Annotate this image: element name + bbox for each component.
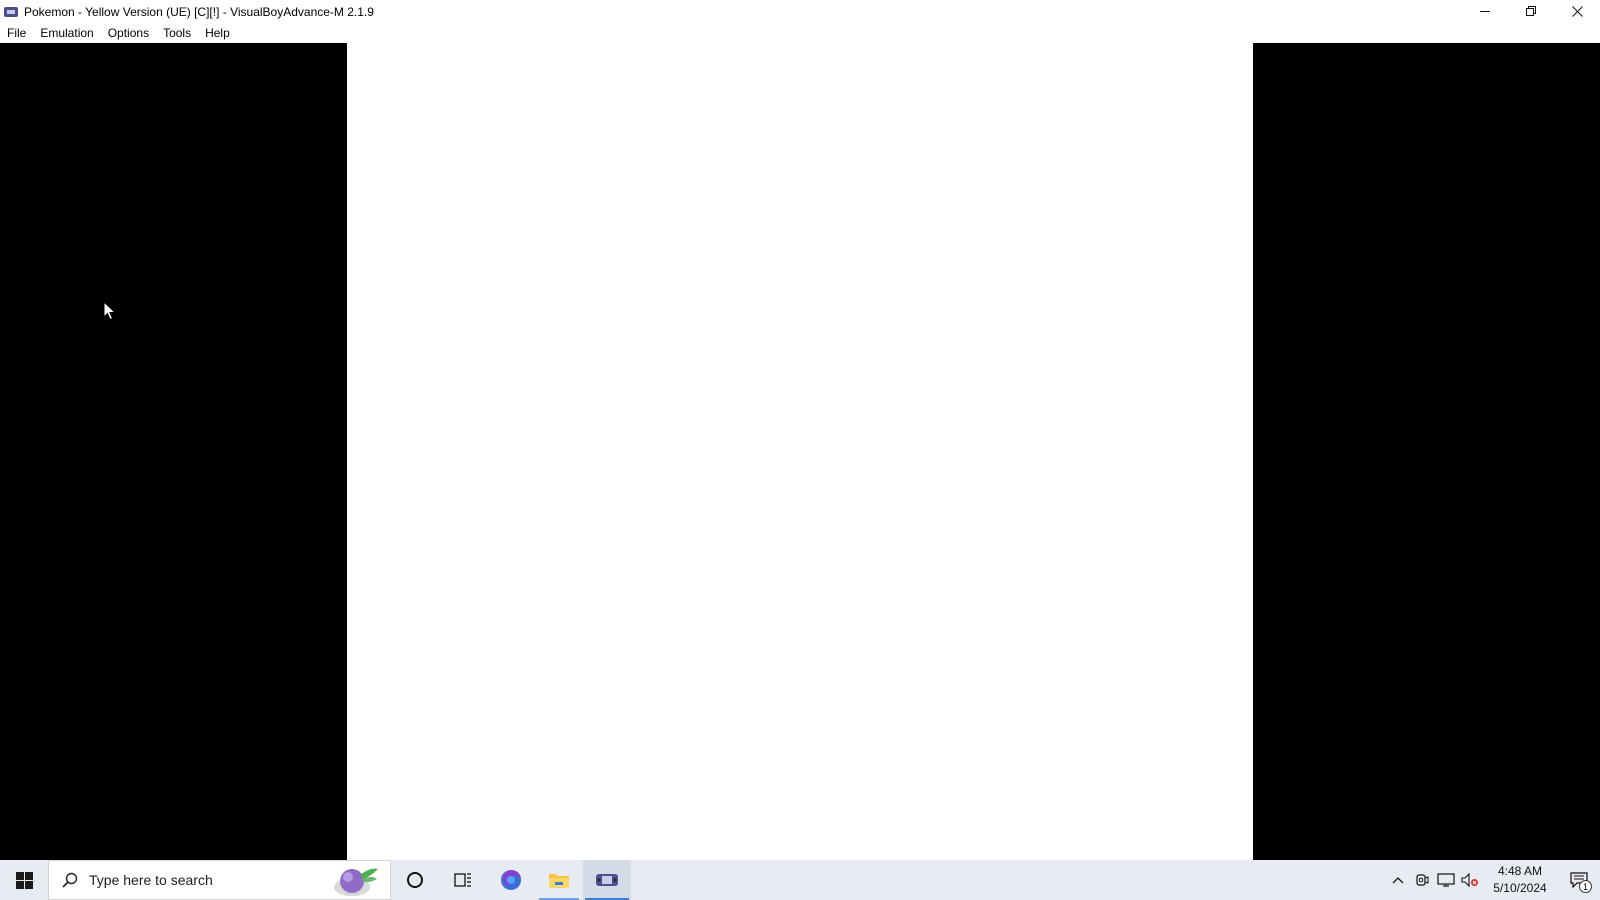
camera-icon bbox=[1416, 874, 1429, 886]
volume-button[interactable] bbox=[1458, 860, 1482, 900]
file-explorer-icon bbox=[549, 874, 569, 888]
menu-bar: File Emulation Options Tools Help bbox=[0, 23, 1600, 43]
window-controls bbox=[1462, 0, 1600, 23]
volume-muted-icon bbox=[1461, 873, 1478, 887]
network-button[interactable] bbox=[1434, 860, 1458, 900]
taskbar-clock[interactable]: 4:48 AM 5/10/2024 bbox=[1482, 863, 1558, 897]
menu-file[interactable]: File bbox=[0, 26, 33, 40]
show-hidden-icons-button[interactable] bbox=[1386, 860, 1410, 900]
restore-button[interactable] bbox=[1508, 0, 1554, 23]
close-icon bbox=[1571, 6, 1583, 17]
meet-now-button[interactable] bbox=[1410, 860, 1434, 900]
file-explorer-taskbar-button[interactable] bbox=[535, 860, 583, 900]
mouse-cursor-icon bbox=[103, 301, 117, 321]
notification-count-badge: 1 bbox=[1579, 880, 1592, 893]
search-placeholder: Type here to search bbox=[89, 872, 213, 888]
taskbar-search-box[interactable]: Type here to search bbox=[48, 860, 391, 900]
task-view-button[interactable] bbox=[439, 860, 487, 900]
task-view-icon bbox=[454, 873, 471, 887]
windows-logo-icon bbox=[15, 871, 33, 889]
minimize-button[interactable] bbox=[1462, 0, 1508, 23]
visualboyadvance-app-icon[interactable] bbox=[4, 6, 18, 17]
close-button[interactable] bbox=[1554, 0, 1600, 23]
network-icon bbox=[1437, 873, 1455, 887]
minimize-icon bbox=[1479, 11, 1490, 12]
firefox-taskbar-button[interactable] bbox=[487, 860, 535, 900]
menu-help[interactable]: Help bbox=[198, 26, 237, 40]
search-highlight-illustration-icon bbox=[334, 868, 378, 896]
restore-icon bbox=[1525, 6, 1536, 16]
menu-tools[interactable]: Tools bbox=[156, 26, 198, 40]
menu-options[interactable]: Options bbox=[101, 26, 156, 40]
chevron-up-icon bbox=[1392, 877, 1404, 884]
clock-time: 4:48 AM bbox=[1497, 864, 1543, 878]
firefox-icon bbox=[501, 870, 521, 890]
window-title: Pokemon - Yellow Version (UE) [C][!] - V… bbox=[24, 4, 374, 19]
action-center-button[interactable]: 1 bbox=[1558, 860, 1600, 900]
visualboyadvance-icon bbox=[596, 874, 618, 886]
cortana-icon bbox=[407, 872, 423, 888]
start-button[interactable] bbox=[0, 860, 48, 900]
game-screen[interactable] bbox=[347, 43, 1253, 860]
cortana-button[interactable] bbox=[391, 860, 439, 900]
menu-emulation[interactable]: Emulation bbox=[33, 26, 100, 40]
clock-date: 5/10/2024 bbox=[1493, 881, 1547, 895]
taskbar: Type here to search 4:48 AM 5/10/2024 1 bbox=[0, 860, 1600, 900]
visualboyadvance-taskbar-button[interactable] bbox=[583, 860, 631, 900]
emulator-display-area[interactable] bbox=[0, 43, 1600, 860]
title-bar[interactable]: Pokemon - Yellow Version (UE) [C][!] - V… bbox=[0, 0, 1600, 23]
system-tray: 4:48 AM 5/10/2024 1 bbox=[1386, 860, 1600, 900]
search-icon bbox=[61, 871, 79, 889]
